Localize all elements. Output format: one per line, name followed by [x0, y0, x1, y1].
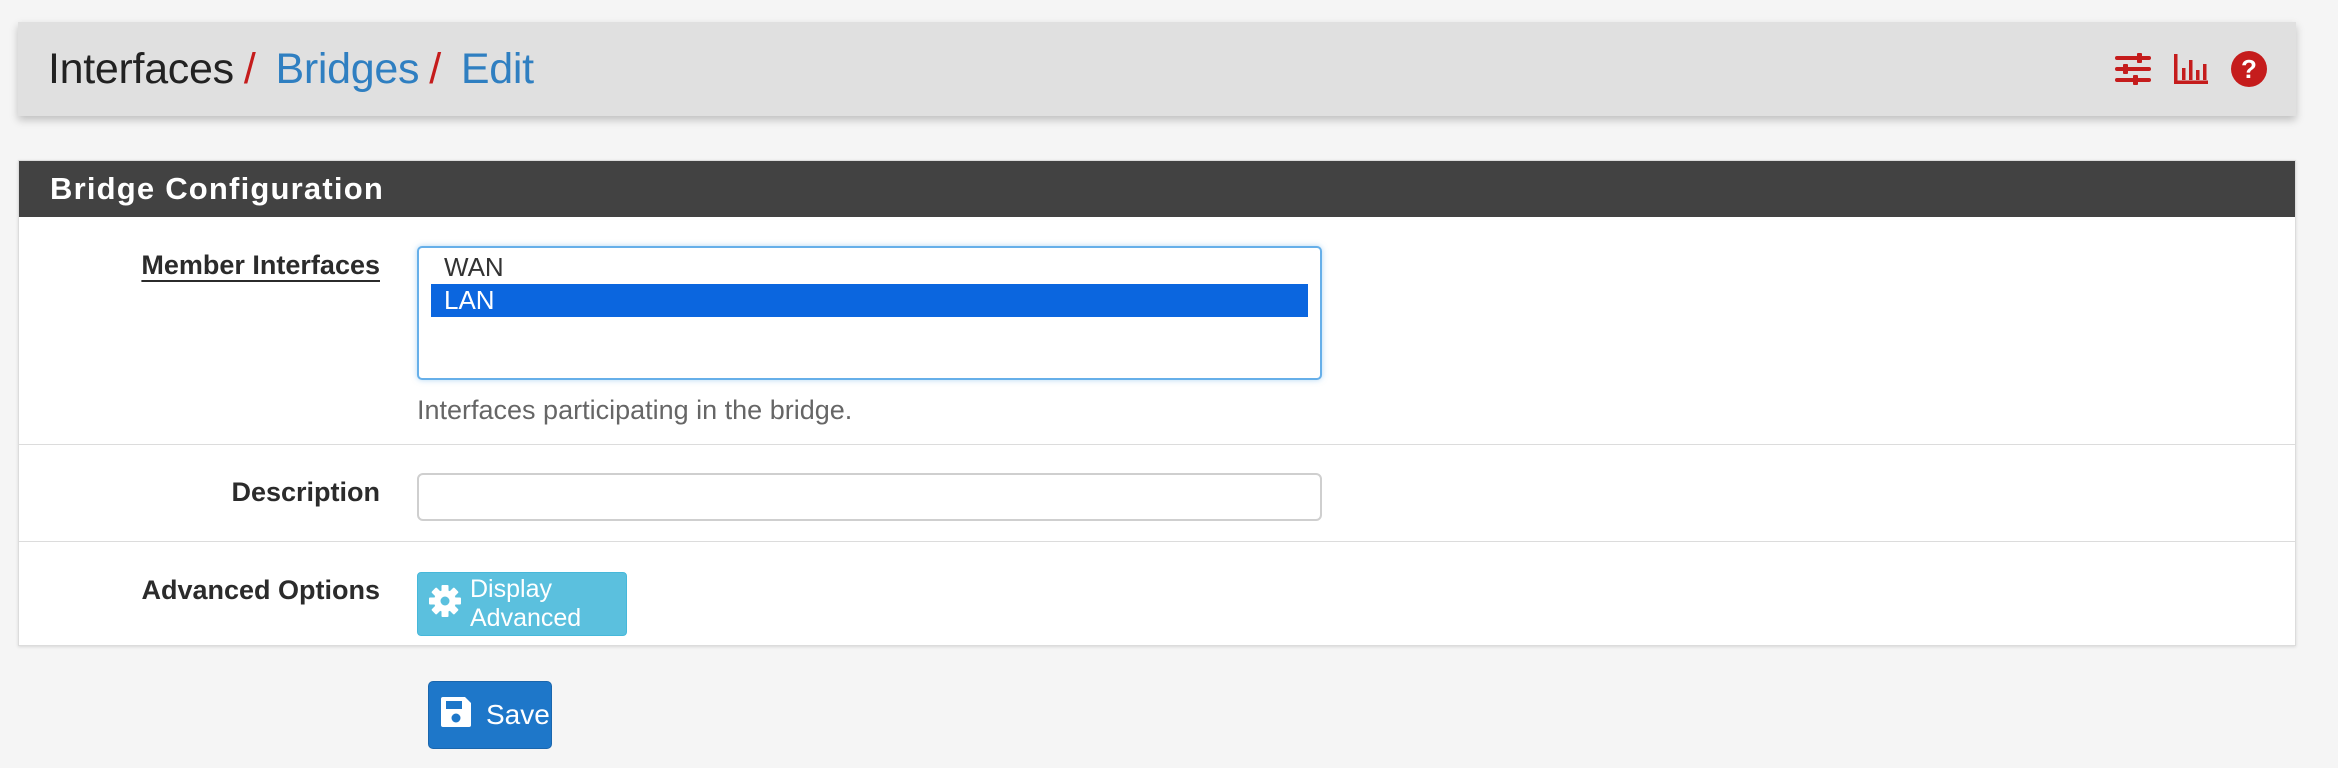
description-row: Description	[19, 445, 2295, 542]
page-header: Interfaces / Bridges / Edit ?	[18, 22, 2296, 116]
member-interfaces-help: Interfaces participating in the bridge.	[417, 395, 853, 425]
header-icon-group: ?	[2114, 22, 2268, 116]
breadcrumb-edit-link[interactable]: Edit	[461, 45, 534, 94]
member-interfaces-label[interactable]: Member Interfaces	[141, 250, 380, 281]
panel-title: Bridge Configuration	[19, 161, 2295, 217]
settings-sliders-icon[interactable]	[2114, 50, 2152, 88]
breadcrumb-separator: /	[429, 44, 441, 93]
save-button[interactable]: Save	[428, 681, 552, 749]
svg-text:?: ?	[2241, 54, 2257, 84]
advanced-options-row: Advanced Options Display Advanced	[19, 542, 2295, 646]
option-wan[interactable]: WAN	[431, 251, 1308, 284]
member-interfaces-row: Member Interfaces WAN LAN Interfaces par…	[19, 217, 2295, 445]
bridge-configuration-panel: Bridge Configuration Member Interfaces W…	[18, 160, 2296, 646]
description-input[interactable]	[417, 473, 1322, 521]
breadcrumb: Interfaces / Bridges / Edit	[48, 22, 534, 116]
save-label: Save	[486, 699, 550, 730]
bar-chart-icon[interactable]	[2172, 50, 2210, 88]
display-advanced-label: Display Advanced	[470, 575, 582, 632]
gear-icon	[428, 584, 462, 625]
breadcrumb-interfaces: Interfaces	[48, 44, 234, 93]
breadcrumb-separator: /	[243, 44, 256, 93]
advanced-options-label: Advanced Options	[141, 575, 380, 605]
breadcrumb-bridges-link[interactable]: Bridges	[275, 45, 419, 94]
display-advanced-button[interactable]: Display Advanced	[417, 572, 627, 636]
option-lan-selected[interactable]: LAN	[431, 284, 1308, 317]
description-label: Description	[231, 477, 380, 507]
floppy-disk-icon	[438, 694, 474, 737]
member-interfaces-select[interactable]: WAN LAN	[417, 246, 1322, 380]
help-circle-icon[interactable]: ?	[2230, 50, 2268, 88]
